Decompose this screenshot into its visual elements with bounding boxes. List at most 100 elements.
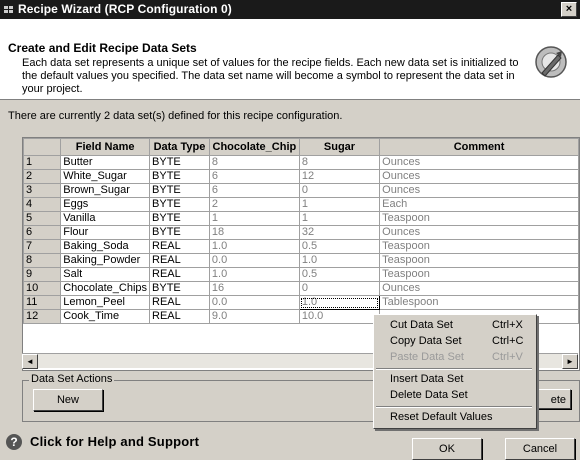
ok-button[interactable]: OK [412,438,482,460]
sugar-cell[interactable]: 1 [298,211,381,226]
scroll-right-icon[interactable]: ► [562,354,578,369]
data-type-cell: REAL [149,267,210,282]
field-name-cell: Cook_Time [60,309,151,324]
chocolate-chip-cell[interactable]: 1.0 [208,267,300,282]
close-icon: × [565,3,573,15]
field-name-cell: Vanilla [60,211,151,226]
data-type-cell: BYTE [149,155,210,170]
sugar-cell[interactable]: 0 [298,281,381,296]
menu-separator [376,368,532,370]
column-header-data-type[interactable]: Data Type [149,138,210,156]
sugar-cell[interactable]: 0.5 [298,239,381,254]
row-number-cell: 11 [23,295,62,310]
field-name-cell: Salt [60,267,151,282]
recipe-wizard-logo-icon [535,46,567,78]
chocolate-chip-cell[interactable]: 0.0 [208,253,300,268]
menu-item-label: Copy Data Set [390,335,462,347]
menu-item-label: Cut Data Set [390,319,453,331]
sugar-cell[interactable]: 0 [298,183,381,198]
field-name-cell: Eggs [60,197,151,212]
data-type-cell: BYTE [149,225,210,240]
menu-item-copy-data-set[interactable]: Copy Data Set Ctrl+C [374,334,534,349]
table-row[interactable]: 4 Eggs BYTE 2 1 Each [23,197,579,212]
field-name-cell: Flour [60,225,151,240]
row-number-header [23,138,62,156]
chocolate-chip-cell[interactable]: 1.0 [208,239,300,254]
menu-item-reset-default-values[interactable]: Reset Default Values [374,410,534,425]
chocolate-chip-cell[interactable]: 0.0 [208,295,300,310]
sugar-cell[interactable]: 1.0 [298,253,381,268]
row-number-cell: 12 [23,309,62,324]
field-name-cell: Chocolate_Chips [60,281,151,296]
data-type-cell: BYTE [149,183,210,198]
chocolate-chip-cell[interactable]: 6 [208,169,300,184]
comment-cell[interactable]: Ounces [379,225,579,240]
table-row[interactable]: 1 Butter BYTE 8 8 Ounces [23,155,579,170]
chocolate-chip-cell[interactable]: 6 [208,183,300,198]
column-header-comment[interactable]: Comment [379,138,579,156]
chocolate-chip-cell[interactable]: 8 [208,155,300,170]
row-number-cell: 8 [23,253,62,268]
chocolate-chip-cell[interactable]: 18 [208,225,300,240]
comment-cell[interactable]: Teaspoon [379,253,579,268]
row-number-cell: 7 [23,239,62,254]
context-menu: Cut Data Set Ctrl+X Copy Data Set Ctrl+C… [373,314,537,429]
chocolate-chip-cell[interactable]: 2 [208,197,300,212]
menu-item-label: Insert Data Set [390,373,464,385]
chocolate-chip-cell[interactable]: 1 [208,211,300,226]
table-row[interactable]: 8 Baking_Powder REAL 0.0 1.0 Teaspoon [23,253,579,268]
sugar-cell[interactable]: 32 [298,225,381,240]
table-row[interactable]: 10 Chocolate_Chips BYTE 16 0 Ounces [23,281,579,296]
close-button[interactable]: × [561,2,577,17]
data-type-cell: REAL [149,239,210,254]
column-header-chocolate-chip[interactable]: Chocolate_Chip [208,138,300,156]
data-type-cell: BYTE [149,281,210,296]
comment-cell[interactable]: Ounces [379,183,579,198]
column-header-field-name[interactable]: Field Name [60,138,151,156]
comment-cell[interactable]: Teaspoon [379,239,579,254]
table-row[interactable]: 5 Vanilla BYTE 1 1 Teaspoon [23,211,579,226]
field-name-cell: Lemon_Peel [60,295,151,310]
comment-cell[interactable]: Tablespoon [379,295,579,310]
scroll-left-icon[interactable]: ◄ [22,354,38,369]
sugar-cell[interactable]: 8 [298,155,381,170]
menu-item-insert-data-set[interactable]: Insert Data Set [374,372,534,387]
title-bar: Recipe Wizard (RCP Configuration 0) × [0,0,580,19]
data-type-cell: BYTE [149,197,210,212]
comment-cell[interactable]: Teaspoon [379,267,579,282]
menu-item-delete-data-set[interactable]: Delete Data Set [374,388,534,403]
table-row[interactable]: 7 Baking_Soda REAL 1.0 0.5 Teaspoon [23,239,579,254]
data-type-cell: REAL [149,309,210,324]
new-button[interactable]: New [33,389,103,411]
chocolate-chip-cell[interactable]: 9.0 [208,309,300,324]
table-row[interactable]: 3 Brown_Sugar BYTE 6 0 Ounces [23,183,579,198]
menu-separator [376,406,532,408]
menu-item-cut-data-set[interactable]: Cut Data Set Ctrl+X [374,318,534,333]
comment-cell[interactable]: Ounces [379,155,579,170]
table-row[interactable]: 2 White_Sugar BYTE 6 12 Ounces [23,169,579,184]
sugar-cell[interactable]: 10.0 [298,309,381,324]
row-number-cell: 5 [23,211,62,226]
row-number-cell: 1 [23,155,62,170]
row-number-cell: 10 [23,281,62,296]
comment-cell[interactable]: Ounces [379,281,579,296]
sugar-cell[interactable]: 1.0 [298,295,381,310]
field-name-cell: Baking_Soda [60,239,151,254]
comment-cell[interactable]: Ounces [379,169,579,184]
field-name-cell: Baking_Powder [60,253,151,268]
comment-cell[interactable]: Teaspoon [379,211,579,226]
chocolate-chip-cell[interactable]: 16 [208,281,300,296]
table-row[interactable]: 6 Flour BYTE 18 32 Ounces [23,225,579,240]
sugar-cell[interactable]: 1 [298,197,381,212]
cancel-button[interactable]: Cancel [505,438,575,460]
sugar-cell[interactable]: 12 [298,169,381,184]
table-row[interactable]: 11 Lemon_Peel REAL 0.0 1.0 Tablespoon [23,295,579,310]
row-number-cell: 3 [23,183,62,198]
data-set-actions-legend: Data Set Actions [29,373,115,385]
table-row[interactable]: 9 Salt REAL 1.0 0.5 Teaspoon [23,267,579,282]
column-header-sugar[interactable]: Sugar [298,138,381,156]
help-label[interactable]: Click for Help and Support [30,434,199,449]
data-type-cell: REAL [149,295,210,310]
comment-cell[interactable]: Each [379,197,579,212]
sugar-cell[interactable]: 0.5 [298,267,381,282]
